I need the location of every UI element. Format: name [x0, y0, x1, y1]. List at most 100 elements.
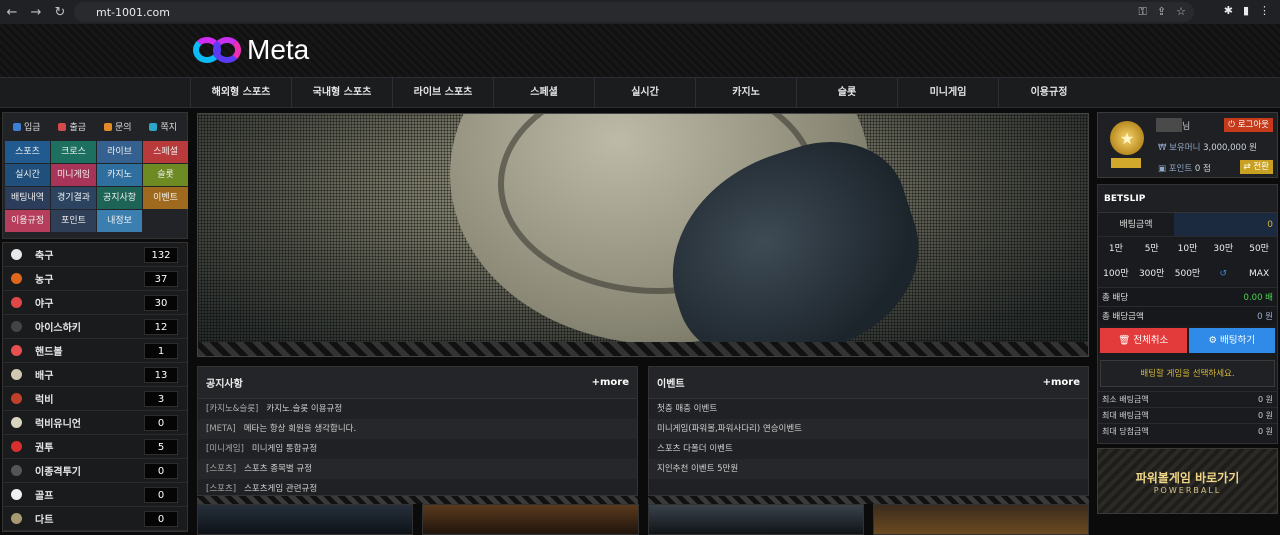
sport-row[interactable]: 축구 132 — [3, 243, 187, 267]
event-row[interactable]: 미니게임(파워볼,파워사다리) 연승이벤트 — [649, 419, 1088, 439]
quick-link-label: 문의 — [114, 122, 132, 133]
amount-chip[interactable]: 50만 — [1241, 237, 1277, 262]
quick-grid-button[interactable]: 크로스 — [51, 141, 96, 163]
game-thumb[interactable] — [872, 504, 1089, 535]
bet-amount-row: 배팅금액 0 — [1098, 213, 1277, 237]
point-value: 0 점 — [1194, 164, 1211, 174]
notice-title: 공지사항 — [206, 379, 243, 390]
sport-row[interactable]: 아이스하키 12 — [3, 315, 187, 339]
amount-chip[interactable]: 30만 — [1205, 237, 1241, 262]
amount-chip[interactable]: 300만 — [1134, 262, 1170, 287]
amount-chip[interactable]: 10만 — [1170, 237, 1206, 262]
place-bet-button[interactable]: ⚙ 배팅하기 — [1188, 328, 1275, 353]
quick-grid-button[interactable]: 배팅내역 — [5, 187, 50, 209]
logout-button[interactable]: ⏻ 로그아웃 — [1224, 118, 1273, 132]
quick-grid-button[interactable]: 이용규정 — [5, 210, 50, 232]
quick-grid-button[interactable]: 스포츠 — [5, 141, 50, 163]
sport-row[interactable]: 이종격투기 0 — [3, 459, 187, 483]
key-icon[interactable]: ⚿ — [1139, 5, 1147, 19]
sport-row[interactable]: 핸드볼 1 — [3, 339, 187, 363]
menu-item[interactable]: 슬롯 — [796, 78, 897, 108]
event-row[interactable]: 지인추천 이벤트 5만원 — [649, 459, 1088, 479]
site-logo[interactable]: Meta — [193, 34, 309, 66]
quick-grid-button[interactable]: 스페셜 — [143, 141, 188, 163]
cancel-all-button[interactable]: 🗑 전체취소 — [1100, 328, 1187, 353]
quick-grid-button[interactable]: 공지사항 — [97, 187, 142, 209]
menu-item[interactable]: 라이브 스포츠 — [392, 78, 493, 108]
quick-grid-button[interactable]: 미니게임 — [51, 164, 96, 186]
quick-grid-button[interactable]: 슬롯 — [143, 164, 188, 186]
menu-item[interactable]: 이용규정 — [998, 78, 1099, 108]
betslip-notice: 배팅할 게임을 선택하세요. — [1100, 360, 1275, 387]
menu-item[interactable]: 해외형 스포츠 — [190, 78, 291, 108]
quick-link[interactable]: 출금 — [58, 120, 86, 133]
brand-name: Meta — [247, 34, 310, 65]
notice-row[interactable]: [미니게임] 미니게임 통합규정 — [198, 439, 637, 459]
quick-link[interactable]: 입금 — [12, 120, 41, 133]
notice-row[interactable]: [카지노&슬롯] 카지노.슬롯 이용규정 — [198, 399, 637, 419]
forward-icon[interactable]: → — [24, 5, 48, 20]
sport-row[interactable]: 배구 13 — [3, 363, 187, 387]
sport-row[interactable]: 럭비유니언 0 — [3, 411, 187, 435]
notice-row[interactable]: [META] 메타는 항상 회원을 생각합니다. — [198, 419, 637, 439]
bet-amount-input[interactable]: 0 — [1174, 213, 1277, 236]
game-thumb[interactable] — [197, 504, 414, 535]
point-info: ▣ 포인트 0 점 — [1158, 162, 1211, 174]
share-icon[interactable]: ⇪ — [1157, 5, 1166, 19]
money-value: 3,000,000 원 — [1203, 143, 1257, 153]
event-row[interactable]: 스포츠 다폴더 이벤트 — [649, 439, 1088, 459]
amount-chip[interactable]: 1만 — [1098, 237, 1134, 262]
menu-item[interactable]: 카지노 — [695, 78, 796, 108]
quick-grid-button[interactable]: 이벤트 — [143, 187, 188, 209]
amount-chip[interactable]: MAX — [1241, 262, 1277, 287]
menu-item[interactable]: 실시간 — [594, 78, 695, 108]
amount-chip[interactable]: 500만 — [1170, 262, 1206, 287]
notice-row[interactable]: [스포츠] 스포츠 종목별 규정 — [198, 459, 637, 479]
reload-icon[interactable]: ↻ — [48, 5, 72, 20]
amount-chip[interactable]: 5만 — [1134, 237, 1170, 262]
powerball-banner[interactable]: 파워볼게임 바로가기 POWERBALL — [1097, 448, 1278, 514]
menu-item[interactable]: 미니게임 — [897, 78, 998, 108]
bookmark-star-icon[interactable]: ☆ — [1176, 5, 1186, 19]
game-thumb[interactable] — [647, 504, 864, 535]
game-thumb[interactable] — [422, 504, 639, 535]
quick-grid-button[interactable]: 실시간 — [5, 164, 50, 186]
side-panel-icon[interactable]: ▮ — [1243, 4, 1249, 17]
sport-row[interactable]: 야구 30 — [3, 291, 187, 315]
sport-row[interactable]: 럭비 3 — [3, 387, 187, 411]
menu-kebab-icon[interactable]: ⋮ — [1259, 4, 1270, 17]
menu-item[interactable]: 국내형 스포츠 — [291, 78, 392, 108]
sport-row[interactable]: 권투 5 — [3, 435, 187, 459]
total-amount-row: 총 배당금액 0 원 — [1098, 306, 1277, 325]
notice-more-link[interactable]: +more — [592, 377, 629, 388]
quick-grid-button[interactable]: 포인트 — [51, 210, 96, 232]
gear-icon: ⚙ — [1208, 335, 1221, 346]
sport-name: 권투 — [35, 443, 54, 454]
main-banner[interactable] — [197, 113, 1089, 357]
quick-link[interactable]: 문의 — [103, 120, 132, 133]
sport-row[interactable]: 골프 0 — [3, 483, 187, 507]
extensions-icon[interactable]: ✱ — [1224, 4, 1233, 17]
quick-grid-button[interactable]: 카지노 — [97, 164, 142, 186]
address-bar[interactable]: mt-1001.com ⚿ ⇪ ☆ — [74, 2, 1194, 22]
amount-chip[interactable]: 100만 — [1098, 262, 1134, 287]
back-icon[interactable]: ← — [0, 5, 24, 20]
sport-row[interactable]: 다트 0 — [3, 507, 187, 531]
quick-grid-button[interactable]: 경기결과 — [51, 187, 96, 209]
quick-grid-button[interactable]: 라이브 — [97, 141, 142, 163]
sport-count: 37 — [144, 271, 178, 287]
event-more-link[interactable]: +more — [1043, 377, 1080, 388]
quick-link[interactable]: 쪽지 — [149, 120, 177, 133]
logout-label: 로그아웃 — [1237, 120, 1269, 130]
sport-count: 0 — [144, 415, 178, 431]
sport-icon — [11, 369, 22, 380]
limit-label: 최대 당첨금액 — [1102, 427, 1149, 436]
reset-icon[interactable]: ↺ — [1205, 262, 1241, 287]
sport-count: 0 — [144, 463, 178, 479]
sport-count: 3 — [144, 391, 178, 407]
convert-button[interactable]: ⇄ 전환 — [1239, 160, 1273, 174]
sport-row[interactable]: 농구 37 — [3, 267, 187, 291]
event-row[interactable]: 첫충 매충 이벤트 — [649, 399, 1088, 419]
menu-item[interactable]: 스페셜 — [493, 78, 594, 108]
quick-grid-button[interactable]: 내정보 — [97, 210, 142, 232]
